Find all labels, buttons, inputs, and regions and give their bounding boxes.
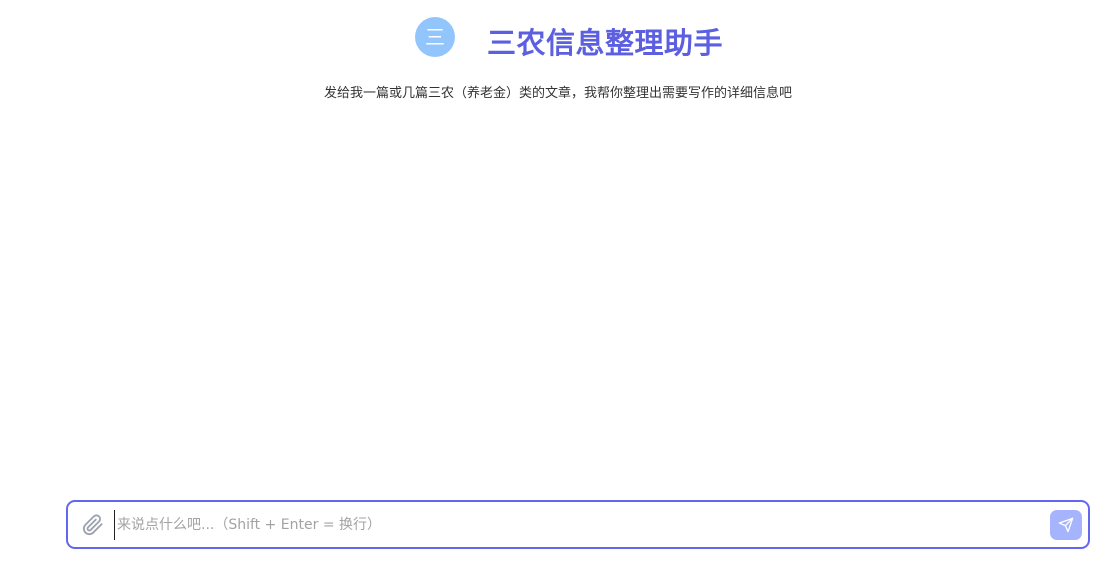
avatar-glyph: 三 (425, 25, 445, 49)
paperclip-icon[interactable] (82, 514, 104, 536)
page-title: 三农信息整理助手 (487, 26, 724, 60)
page-subtitle: 发给我一篇或几篇三农（养老金）类的文章，我帮你整理出需要写作的详细信息吧 (323, 86, 792, 101)
send-icon (1058, 517, 1074, 533)
send-button[interactable] (1050, 510, 1082, 540)
message-composer (66, 500, 1090, 549)
chat-page: 三 三农信息整理助手 发给我一篇或几篇三农（养老金）类的文章，我帮你整理出需要写… (0, 0, 1116, 562)
message-input[interactable] (114, 510, 1037, 540)
header: 三 三农信息整理助手 (0, 17, 1116, 60)
assistant-avatar: 三 (415, 17, 455, 57)
